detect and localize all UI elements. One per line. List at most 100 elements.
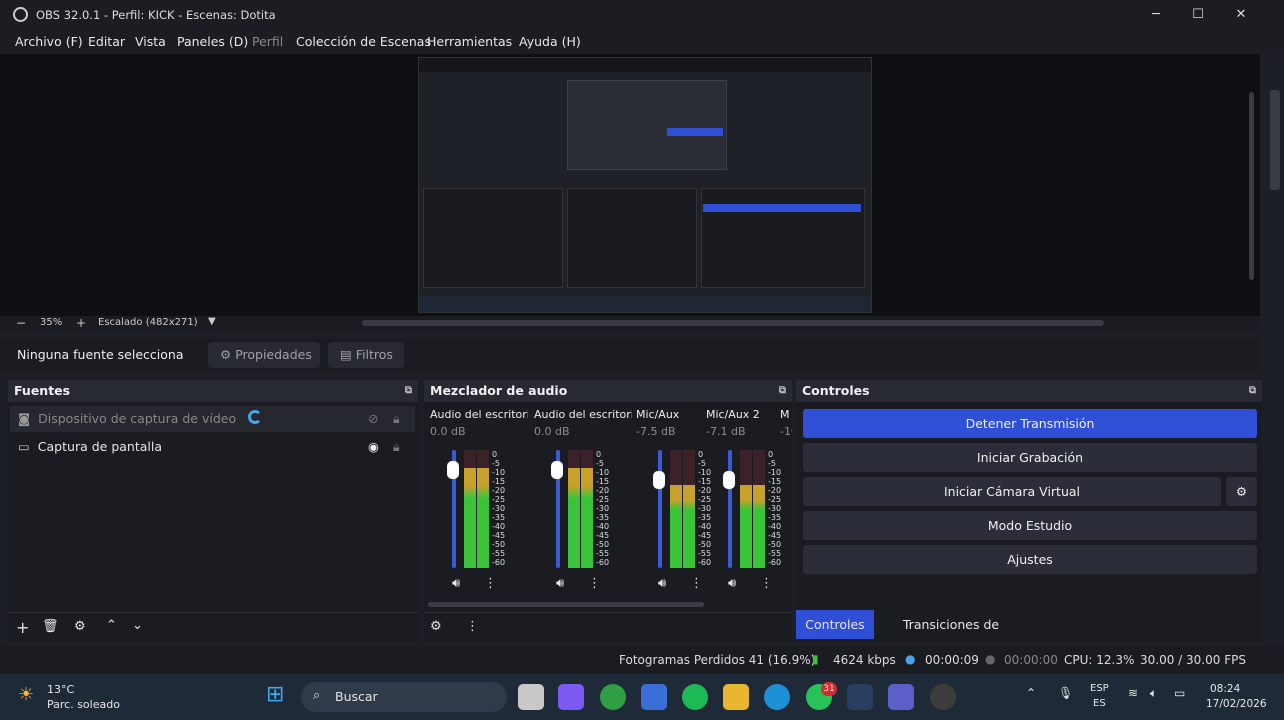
volume-slider-handle[interactable]: [447, 461, 459, 479]
clock-date[interactable]: 17/02/2026: [1206, 698, 1267, 710]
db-tick: -40: [596, 522, 610, 531]
source-label: Captura de pantalla: [37, 439, 162, 454]
spotify-icon[interactable]: [682, 684, 708, 710]
maximize-button[interactable]: ☐: [1178, 4, 1218, 26]
tray-chevron-icon[interactable]: ⌃: [1026, 686, 1036, 700]
weather-icon: ☀: [18, 684, 35, 705]
mixer-channels: Audio del escritorio 0.0 dB 0 -5 -10 -15 -20 -2…: [424, 380, 792, 600]
lock-icon[interactable]: 🔒︎: [393, 434, 400, 460]
channel-name: Audio del escritorio: [534, 408, 632, 421]
lang-primary[interactable]: ESP: [1090, 683, 1109, 694]
source-item[interactable]: ◙ Dispositivo de captura de vídeo ⊘ 🔒︎: [10, 406, 415, 432]
down-arrow-icon[interactable]: ⌄: [132, 618, 143, 633]
eye-hidden-icon[interactable]: ⊘: [368, 406, 378, 432]
steam-icon[interactable]: [847, 684, 873, 710]
more-options-icon[interactable]: ⋮: [466, 619, 479, 634]
menu-paneles[interactable]: Paneles (D): [177, 34, 248, 49]
filter-icon: ▤: [340, 347, 356, 362]
preview-horizontal-scrollbar[interactable]: [362, 320, 1104, 326]
add-icon[interactable]: +: [16, 618, 29, 637]
more-options-icon[interactable]: ⋮: [690, 576, 703, 591]
menu-bar: Archivo (F) Editar Vista Paneles (D) Per…: [0, 30, 1284, 54]
up-arrow-icon[interactable]: ⌃: [106, 618, 117, 633]
chrome-icon[interactable]: [600, 684, 626, 710]
speaker-icon[interactable]: 🔊︎: [728, 576, 736, 591]
copilot-icon[interactable]: [558, 684, 584, 710]
window-scrollbar[interactable]: [1270, 90, 1280, 190]
popout-icon[interactable]: ⧉: [405, 380, 412, 402]
filters-label: Filtros: [355, 347, 393, 362]
settings-button[interactable]: Ajustes: [803, 545, 1257, 574]
volume-slider-handle[interactable]: [551, 461, 563, 479]
stop-stream-button[interactable]: Detener Transmisión: [803, 409, 1257, 438]
volume-slider-handle[interactable]: [653, 471, 665, 489]
db-tick: -10: [596, 468, 610, 477]
level-meter: [683, 450, 695, 568]
volume-slider-handle[interactable]: [723, 471, 735, 489]
gear-icon: ⚙: [220, 347, 236, 362]
fps: 30.00 / 30.00 FPS: [1140, 653, 1246, 667]
db-tick: -5: [492, 459, 500, 468]
chevron-down-icon[interactable]: ▼: [208, 316, 216, 327]
speaker-icon[interactable]: 🔊︎: [658, 576, 666, 591]
lang-secondary[interactable]: ES: [1093, 698, 1106, 709]
start-virtual-camera-button[interactable]: Iniciar Cámara Virtual: [803, 477, 1221, 506]
advanced-audio-icon[interactable]: ⚙: [430, 619, 442, 634]
eye-icon[interactable]: ◉: [368, 434, 379, 460]
menu-editar[interactable]: Editar: [88, 34, 125, 49]
gear-icon: ⚙: [1235, 484, 1248, 499]
task-view-icon[interactable]: [518, 684, 544, 710]
wifi-icon[interactable]: ≋: [1128, 686, 1138, 700]
battery-icon[interactable]: ▭: [1174, 686, 1185, 700]
channel-volume-db: 0.0 dB: [534, 425, 570, 438]
monitor-icon: ▭: [18, 439, 30, 454]
source-item[interactable]: ▭ Captura de pantalla ◉ 🔒︎: [10, 434, 415, 460]
close-button[interactable]: ✕: [1221, 4, 1261, 26]
menu-ayuda[interactable]: Ayuda (H): [519, 34, 581, 49]
start-recording-button[interactable]: Iniciar Grabación: [803, 443, 1257, 472]
menu-vista[interactable]: Vista: [135, 34, 166, 49]
tab-controls[interactable]: Controles: [796, 610, 874, 639]
filters-button[interactable]: ▤ Filtros: [328, 342, 404, 368]
gear-icon[interactable]: ⚙: [74, 619, 86, 634]
minimize-button[interactable]: ─: [1136, 4, 1176, 26]
mic-icon[interactable]: 🎙︎: [1058, 686, 1073, 700]
lock-icon[interactable]: 🔒︎: [393, 406, 400, 432]
obs-taskbar-icon[interactable]: [930, 684, 956, 710]
file-explorer-icon[interactable]: [723, 684, 749, 710]
more-options-icon[interactable]: ⋮: [484, 576, 497, 591]
menu-perfil[interactable]: Perfil: [252, 34, 283, 49]
bitrate: 4624 kbps: [833, 653, 896, 667]
properties-button[interactable]: ⚙ Propiedades: [208, 342, 320, 368]
more-options-icon[interactable]: ⋮: [760, 576, 773, 591]
edge-icon[interactable]: [764, 684, 790, 710]
speaker-icon[interactable]: 🔊︎: [556, 576, 564, 591]
volume-icon[interactable]: 🔈︎: [1150, 686, 1157, 701]
tab-scene-transitions[interactable]: Transiciones de escena: [880, 610, 1022, 661]
more-options-icon[interactable]: ⋮: [588, 576, 601, 591]
teams-icon[interactable]: [888, 684, 914, 710]
windows-start-icon[interactable]: ⊞: [266, 682, 284, 707]
mixer-scrollbar[interactable]: [428, 602, 704, 607]
taskbar-search[interactable]: ⌕ Buscar: [301, 682, 507, 712]
db-tick: -30: [596, 504, 610, 513]
trash-icon[interactable]: 🗑︎: [42, 619, 59, 634]
virtual-camera-settings-button[interactable]: ⚙: [1226, 477, 1257, 506]
zoom-in-button[interactable]: +: [76, 316, 86, 330]
level-meter: [464, 450, 476, 568]
level-meter: [670, 450, 682, 568]
clock-time[interactable]: 08:24: [1210, 683, 1240, 695]
level-meter: [740, 450, 752, 568]
menu-coleccion-escenas[interactable]: Colección de Escenas: [296, 34, 431, 49]
popout-icon[interactable]: ⧉: [1249, 380, 1256, 402]
search-icon: ⌕: [313, 688, 321, 703]
preview-vertical-scrollbar[interactable]: [1247, 60, 1257, 312]
speaker-icon[interactable]: 🔊︎: [452, 576, 460, 591]
menu-archivo[interactable]: Archivo (F): [15, 34, 83, 49]
volume-slider[interactable]: [728, 450, 732, 568]
volume-slider[interactable]: [658, 450, 662, 568]
studio-mode-button[interactable]: Modo Estudio: [803, 511, 1257, 540]
zoom-out-button[interactable]: −: [16, 316, 26, 330]
menu-herramientas[interactable]: Herramientas: [427, 34, 512, 49]
store-icon[interactable]: [641, 684, 667, 710]
